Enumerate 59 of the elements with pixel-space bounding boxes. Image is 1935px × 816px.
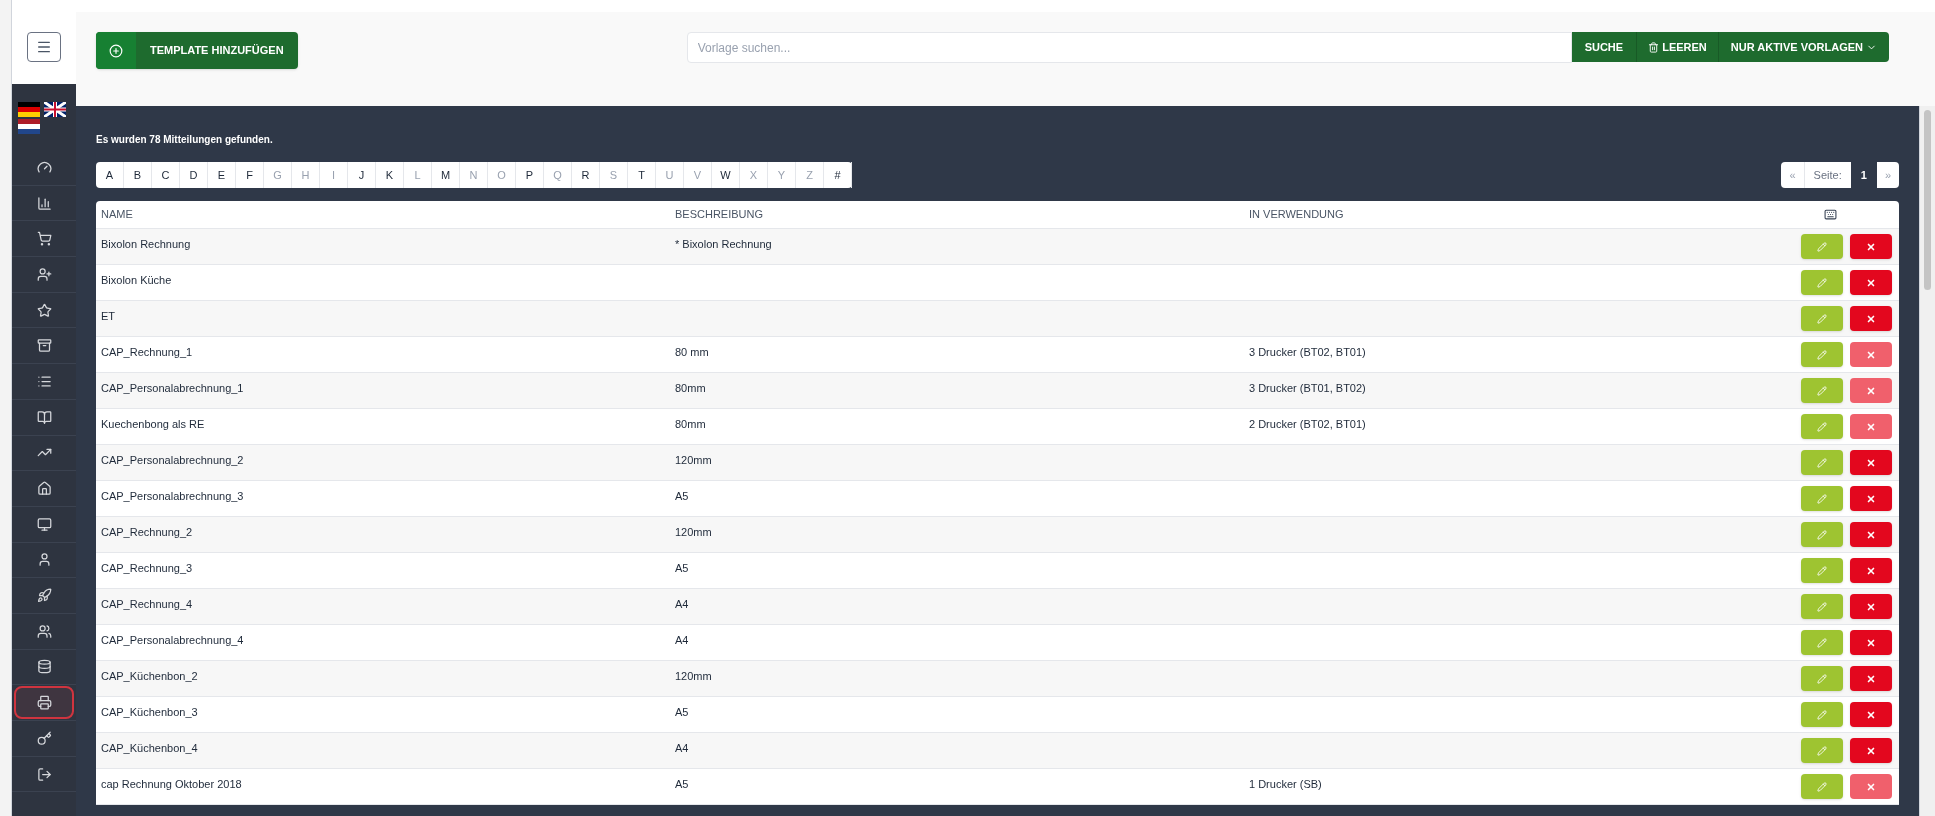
letter-filter[interactable]: M — [432, 162, 460, 188]
add-template-button[interactable]: TEMPLATE HINZUFÜGEN — [96, 32, 298, 69]
name-cell-text: Bixolon Rechnung — [100, 237, 192, 253]
name-cell-text: Bixolon Küche — [100, 273, 173, 289]
name-cell-text: cap Rechnung Oktober 2018 — [100, 777, 243, 793]
description-cell: 80 mm — [675, 346, 709, 359]
column-header: NAME — [100, 207, 134, 223]
name-cell-text: CAP_Rechnung_2 — [100, 525, 194, 541]
letter-filter[interactable]: D — [180, 162, 208, 188]
active-templates-dropdown[interactable]: NUR AKTIVE VORLAGEN — [1718, 32, 1889, 62]
usage-cell: 3 Drucker (BT02, BT01) — [1249, 346, 1366, 359]
letter-filter[interactable]: W — [712, 162, 740, 188]
current-page-button[interactable]: 1 — [1850, 162, 1877, 188]
usage-cell: 3 Drucker (BT01, BT02) — [1249, 382, 1366, 395]
description-cell: 120mm — [675, 670, 712, 683]
column-header: BESCHREIBUNG — [674, 207, 765, 223]
name-cell-text: CAP_Rechnung_3 — [100, 561, 194, 577]
description-cell: A5 — [675, 706, 689, 719]
description-cell: 80mm — [675, 382, 706, 395]
name-cell-text: CAP_Personalabrechnung_1 — [100, 381, 245, 397]
name-cell-text: CAP_Rechnung_4 — [100, 597, 194, 613]
letter-filter[interactable]: C — [152, 162, 180, 188]
description-cell: A5 — [675, 562, 689, 575]
name-cell-text: CAP_Personalabrechnung_2 — [100, 453, 245, 469]
column-header: IN VERWENDUNG — [1248, 207, 1345, 223]
description-cell: A4 — [675, 634, 689, 647]
name-cell-text: CAP_Küchenbon_4 — [100, 741, 199, 757]
clear-button[interactable]: LEEREN — [1637, 32, 1719, 62]
letter-filter[interactable]: K — [376, 162, 404, 188]
description-cell: A5 — [675, 778, 689, 791]
usage-cell: 1 Drucker (SB) — [1249, 778, 1322, 791]
description-cell: 120mm — [675, 526, 712, 539]
letter-filter[interactable]: R — [572, 162, 600, 188]
name-cell-text: CAP_Küchenbon_2 — [100, 669, 199, 685]
usage-cell: 2 Drucker (BT02, BT01) — [1249, 418, 1366, 431]
description-cell: 80mm — [675, 418, 706, 431]
search-field[interactable]: Vorlage suchen... — [686, 32, 1572, 63]
letter-filter[interactable]: P — [516, 162, 544, 188]
letter-filter[interactable]: # — [824, 162, 852, 188]
description-cell: A5 — [675, 490, 689, 503]
name-cell-text: CAP_Küchenbon_3 — [100, 705, 199, 721]
letter-filter[interactable]: B — [124, 162, 152, 188]
letter-filter[interactable]: E — [208, 162, 236, 188]
letter-filter[interactable]: T — [628, 162, 656, 188]
page-label: Seite: — [1812, 167, 1843, 183]
name-cell-text: CAP_Personalabrechnung_3 — [100, 489, 245, 505]
description-cell: A4 — [675, 742, 689, 755]
description-cell: A4 — [675, 598, 689, 611]
description-cell: * Bixolon Rechnung — [675, 238, 772, 251]
letter-filter[interactable]: A — [96, 162, 124, 188]
name-cell-text: CAP_Rechnung_1 — [100, 345, 194, 361]
letter-filter[interactable]: J — [348, 162, 376, 188]
search-button[interactable]: SUCHE — [1571, 32, 1638, 62]
description-cell: 120mm — [675, 454, 712, 467]
result-count-text: Es wurden 78 Mitteilungen gefunden. — [96, 133, 274, 147]
name-cell-text: CAP_Personalabrechnung_4 — [100, 633, 245, 649]
name-cell-text: Kuechenbong als RE — [100, 417, 206, 433]
letter-filter[interactable]: F — [236, 162, 264, 188]
name-cell-text: ET — [100, 309, 117, 325]
